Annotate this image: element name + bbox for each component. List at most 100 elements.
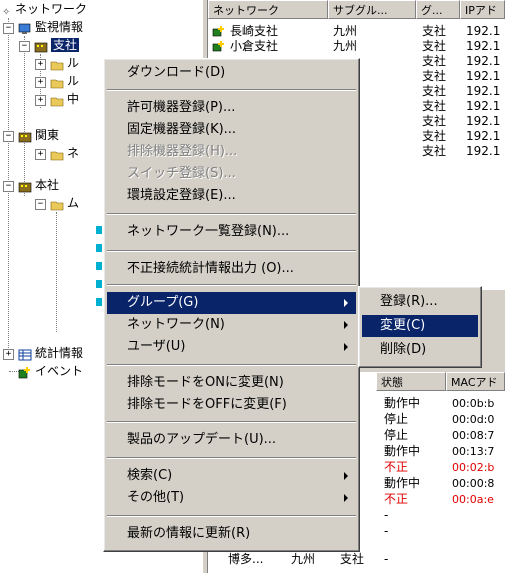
menu-item-10[interactable]: ユーザ(U) xyxy=(107,336,356,358)
menu-item-0[interactable]: ダウンロード(D) xyxy=(107,62,356,84)
submenu-item-2[interactable]: 削除(D) xyxy=(362,339,478,361)
table-icon xyxy=(18,348,32,360)
tree-node-branch[interactable]: 支社 xyxy=(34,36,80,54)
mac-cell: 00:13:7 xyxy=(452,445,495,458)
menu-separator xyxy=(107,364,356,366)
expander-branch-child-3[interactable]: + xyxy=(35,95,46,106)
tree-node-network[interactable]: ✧ ネットワーク xyxy=(2,0,87,18)
menu-item-14[interactable]: 検索(C) xyxy=(107,465,356,487)
menu-item-11[interactable]: 排除モードをONに変更(N) xyxy=(107,372,356,394)
menu-item-9[interactable]: ネットワーク(N) xyxy=(107,314,356,336)
tree-node-stats[interactable]: 統計情報 xyxy=(18,344,83,362)
list-cell: 192.1 xyxy=(466,99,501,113)
expander-honsha-child[interactable]: − xyxy=(35,199,46,210)
status-cell: - xyxy=(384,508,389,522)
list-cell: 支社 xyxy=(422,24,447,38)
tree-node-honsha[interactable]: 本社 xyxy=(18,176,59,194)
menu-item-7[interactable]: 不正接続統計情報出力 (O)... xyxy=(107,258,356,280)
tree-node-branch-child-2[interactable]: ル xyxy=(50,72,79,90)
tree-node-monitor[interactable]: 監視情報 xyxy=(18,18,83,36)
list-cell: 小倉支社 xyxy=(230,39,279,53)
column-header-mac[interactable]: MACアド xyxy=(446,372,505,391)
menu-item-8[interactable]: グループ(G) xyxy=(107,292,356,314)
list-cell: 長崎支社 xyxy=(230,24,279,38)
tree-node-kanto[interactable]: 関東 xyxy=(18,126,59,144)
tree-node-kanto-child[interactable]: ネ xyxy=(50,144,79,162)
menu-item-label: 環境設定登録(E)... xyxy=(127,188,236,203)
menu-item-12[interactable]: 排除モードをOFFに変更(F) xyxy=(107,394,356,416)
network-node-icon xyxy=(212,41,225,52)
building-icon xyxy=(18,180,32,192)
submenu-arrow-icon xyxy=(344,299,348,307)
tree-label-branch-child-3: 中 xyxy=(67,92,80,106)
device-icon xyxy=(96,262,102,270)
mac-cell: 00:0d:0 xyxy=(452,413,495,426)
column-header-subgroup[interactable]: サブグル... xyxy=(328,0,416,19)
menu-separator xyxy=(107,89,356,91)
network-icon: ✧ xyxy=(2,6,11,18)
menu-item-label: ネットワーク(N) xyxy=(127,317,225,332)
menu-item-6[interactable]: ネットワーク一覧登録(N)... xyxy=(107,221,356,243)
list-cell: 支社 xyxy=(422,84,447,98)
menu-separator xyxy=(107,284,356,286)
menu-item-1[interactable]: 許可機器登録(P)... xyxy=(107,97,356,119)
column-header-group[interactable]: グ... xyxy=(416,0,460,19)
tree-node-honsha-child[interactable]: ム xyxy=(50,194,79,212)
menu-item-16[interactable]: 最新の情報に更新(R) xyxy=(107,523,356,545)
menu-item-label: 固定機器登録(K)... xyxy=(127,122,237,137)
row-group: 支社 xyxy=(340,552,365,566)
context-menu[interactable]: ダウンロード(D) 許可機器登録(P)... 固定機器登録(K)... 排除機器登録(… xyxy=(103,58,360,552)
row-name: 博多... xyxy=(228,552,264,566)
expander-honsha[interactable]: − xyxy=(3,181,14,192)
menu-separator xyxy=(107,250,356,252)
mac-cell xyxy=(452,508,505,523)
status-cell: - xyxy=(384,524,389,538)
list-cell: 支社 xyxy=(422,39,447,53)
mac-cell: 00:02:b xyxy=(452,461,495,474)
tree-label-stats: 統計情報 xyxy=(35,346,84,360)
status-cell: 動作中 xyxy=(384,396,421,410)
mac-cell: 00:08:7 xyxy=(452,429,495,442)
expander-branch[interactable]: − xyxy=(19,41,30,52)
list-cell: 支社 xyxy=(422,114,447,128)
folder-icon xyxy=(50,58,64,70)
expander-stats[interactable]: + xyxy=(3,349,14,360)
list-cell: 192.1 xyxy=(466,84,501,98)
menu-item-label: その他(T) xyxy=(127,490,185,505)
column-header-status[interactable]: 状態 xyxy=(376,372,446,391)
menu-item-label: 検索(C) xyxy=(127,468,173,483)
menu-item-label: 不正接続統計情報出力 (O)... xyxy=(127,261,294,276)
device-icon xyxy=(96,244,102,252)
menu-item-label: 製品のアップデート(U)... xyxy=(127,432,277,447)
tree-label-honsha-child: ム xyxy=(67,196,80,210)
tree-label-branch-child-2: ル xyxy=(67,74,80,88)
menu-item-13[interactable]: 製品のアップデート(U)... xyxy=(107,429,356,451)
device-icon xyxy=(96,226,102,234)
list-cell: 192.1 xyxy=(466,129,501,143)
submenu-item-label: 削除(D) xyxy=(380,342,427,357)
submenu-item-label: 変更(C) xyxy=(380,318,426,333)
list-cell: 九州 xyxy=(333,39,358,53)
expander-monitor[interactable]: − xyxy=(3,23,14,34)
menu-item-5[interactable]: 環境設定登録(E)... xyxy=(107,185,356,207)
group-submenu[interactable]: 登録(R)... 変更(C) 削除(D) xyxy=(358,286,482,368)
submenu-item-0[interactable]: 登録(R)... xyxy=(362,291,478,313)
expander-branch-child-2[interactable]: + xyxy=(35,77,46,88)
list-cell: 支社 xyxy=(422,99,447,113)
expander-kanto-child[interactable]: + xyxy=(35,149,46,160)
tree-node-event[interactable]: イベント xyxy=(18,362,83,380)
tree-node-branch-child-3[interactable]: 中 xyxy=(50,90,79,108)
submenu-item-1[interactable]: 変更(C) xyxy=(362,315,478,337)
column-header-ip[interactable]: IPアド xyxy=(460,0,505,19)
submenu-item-label: 登録(R)... xyxy=(380,294,438,309)
list-cell: 192.1 xyxy=(466,54,501,68)
menu-item-15[interactable]: その他(T) xyxy=(107,487,356,509)
tree-label-monitor: 監視情報 xyxy=(35,20,84,34)
building-icon xyxy=(18,130,32,142)
expander-branch-child-1[interactable]: + xyxy=(35,59,46,70)
column-header-network[interactable]: ネットワーク xyxy=(208,0,328,19)
network-node-icon xyxy=(212,26,225,37)
tree-node-branch-child-1[interactable]: ル xyxy=(50,54,79,72)
expander-kanto[interactable]: − xyxy=(3,131,14,142)
menu-item-2[interactable]: 固定機器登録(K)... xyxy=(107,119,356,141)
